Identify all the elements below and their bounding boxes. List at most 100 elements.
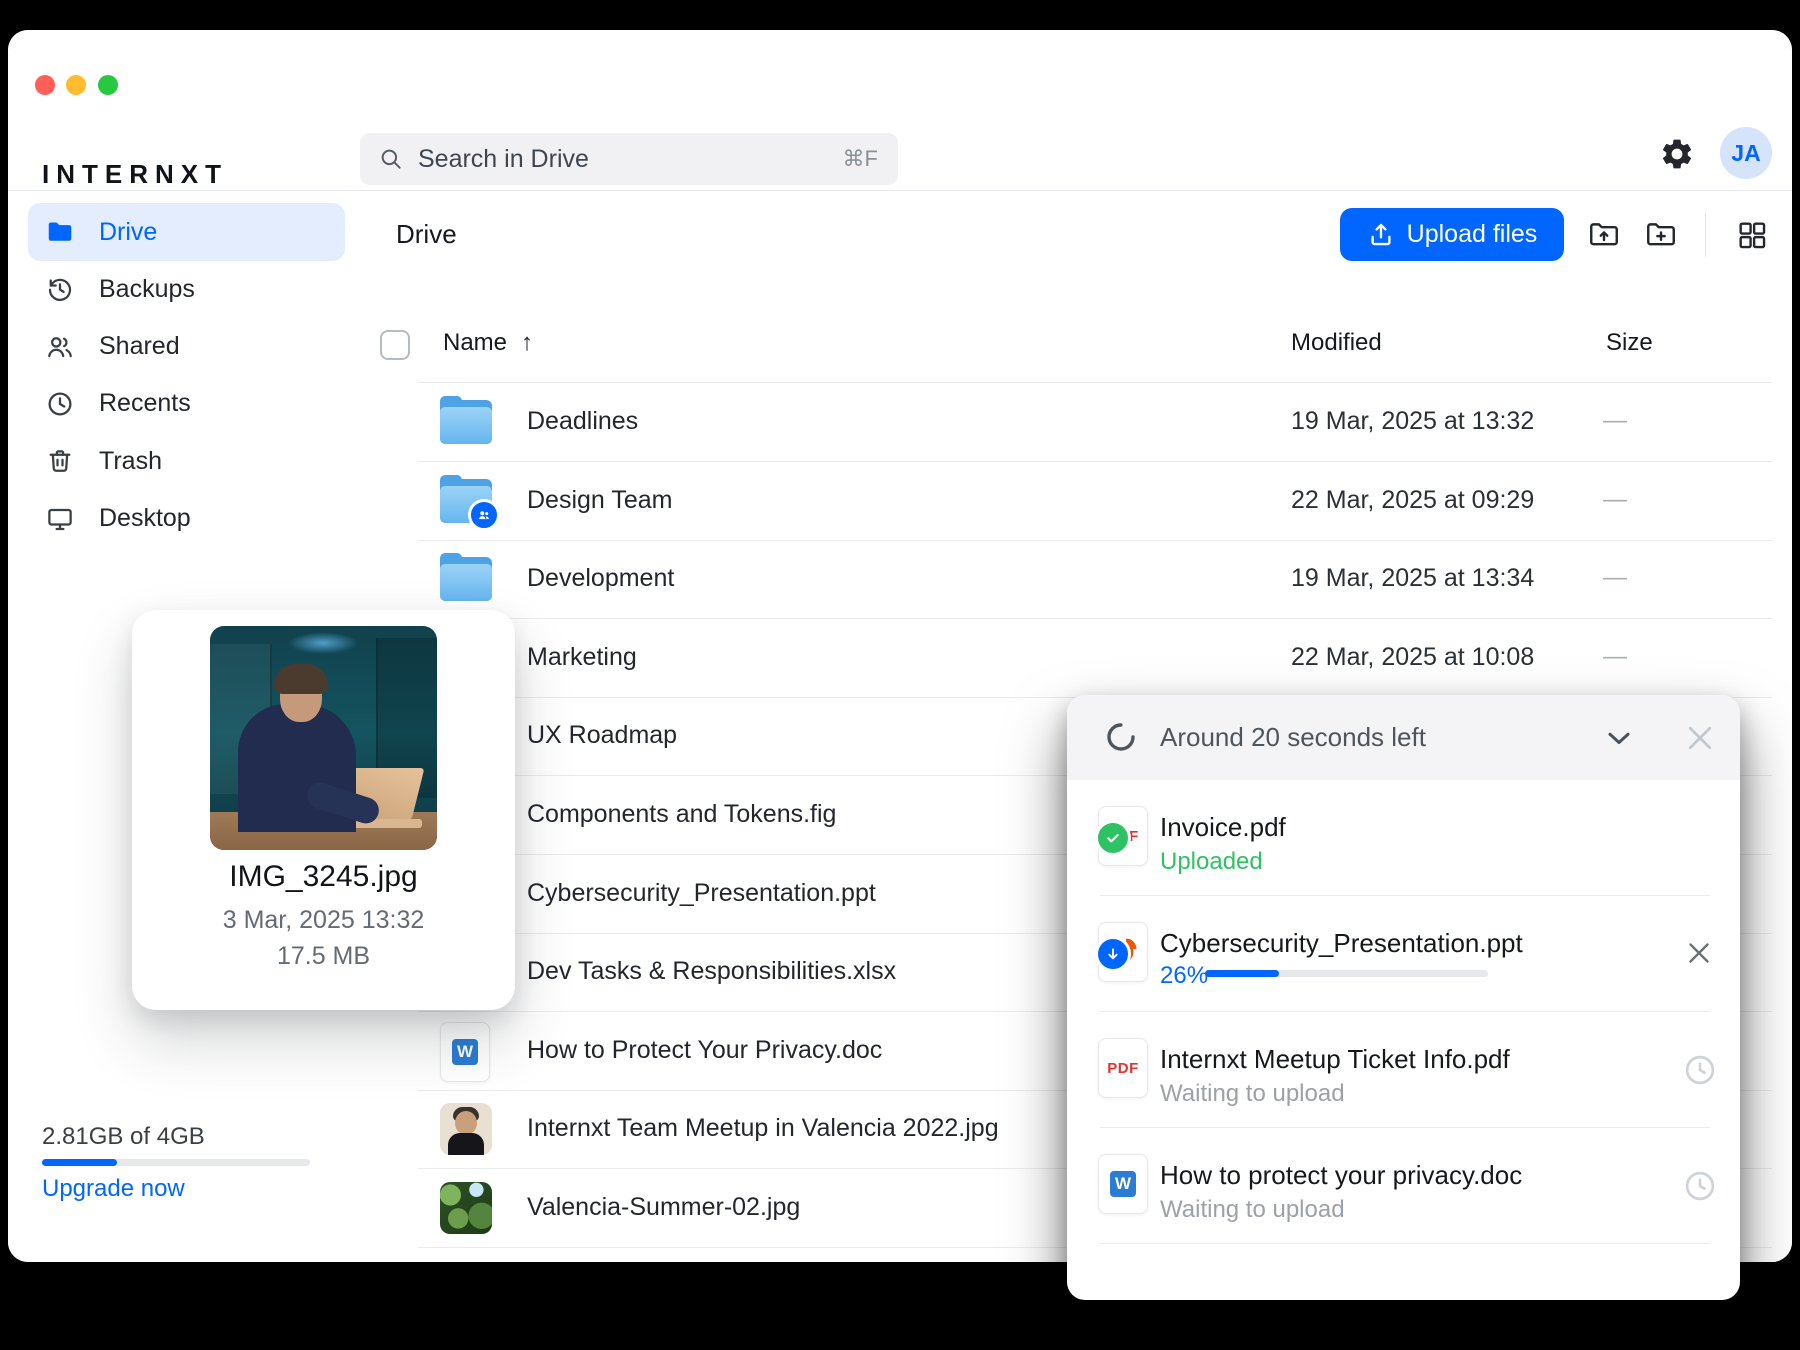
sidebar-item-backups[interactable]: Backups	[28, 260, 345, 318]
preview-filename: IMG_3245.jpg	[229, 860, 418, 893]
row-file-name: Deadlines	[527, 407, 639, 435]
preview-size: 17.5 MB	[276, 942, 371, 970]
table-row[interactable]: Marketing 22 Mar, 2025 at 10:08 —	[418, 619, 1772, 698]
monitor-icon	[45, 504, 75, 534]
storage-progress-fill	[42, 1159, 118, 1166]
image-thumbnail-portrait	[440, 1103, 492, 1156]
avatar[interactable]: JA	[1720, 127, 1772, 179]
upload-panel-header: Around 20 seconds left	[1067, 695, 1740, 780]
sidebar-item-desktop[interactable]: Desktop	[28, 490, 345, 548]
spinner-icon	[1107, 723, 1135, 751]
traffic-light-minimize[interactable]	[66, 75, 86, 95]
row-icon-cell	[440, 1103, 496, 1156]
row-modified-date: 19 Mar, 2025 at 13:34	[1291, 564, 1535, 593]
waiting-clock-icon	[1682, 1052, 1718, 1088]
thumb-body	[448, 1133, 484, 1156]
grid-view-icon	[1735, 218, 1769, 252]
table-row[interactable]: Development 19 Mar, 2025 at 13:34 —	[418, 540, 1772, 620]
traffic-light-close[interactable]	[35, 75, 55, 95]
upload-files-button[interactable]: Upload files	[1340, 208, 1564, 261]
upgrade-link[interactable]: Upgrade now	[42, 1175, 185, 1203]
upload-folder-button[interactable]	[1587, 218, 1621, 252]
sidebar-item-recents[interactable]: Recents	[28, 375, 345, 433]
upload-item-status: Waiting to upload	[1160, 1080, 1345, 1107]
pdf-label: PDF	[1107, 1059, 1139, 1077]
select-all-checkbox[interactable]	[380, 330, 410, 360]
sidebar-item-label: Desktop	[99, 504, 191, 532]
sidebar-item-label: Recents	[99, 389, 191, 418]
column-header-name[interactable]: Name ↑	[443, 329, 533, 357]
folder-icon	[440, 396, 492, 444]
toolbar-divider	[1705, 213, 1706, 257]
top-header: INTERNXT Search in Drive ⌘F JA	[8, 30, 1792, 191]
row-modified-date: 19 Mar, 2025 at 13:32	[1291, 407, 1535, 435]
upload-row-divider	[1100, 1243, 1710, 1244]
row-file-name: Design Team	[527, 485, 673, 514]
doc-file-icon: W	[1098, 1154, 1148, 1214]
trash-icon	[45, 446, 75, 476]
table-row[interactable]: Deadlines 19 Mar, 2025 at 13:32 —	[418, 383, 1772, 462]
preview-image	[210, 626, 437, 850]
sidebar-item-drive[interactable]: Drive	[28, 203, 345, 261]
close-panel-button[interactable]	[1682, 720, 1718, 756]
upload-item-row: W How to protect your privacy.doc Waiting …	[1067, 1128, 1740, 1244]
upload-item-name: Internxt Meetup Ticket Info.pdf	[1160, 1044, 1510, 1074]
shared-folder-badge	[468, 498, 500, 531]
folder-icon	[440, 553, 492, 602]
row-size: —	[1603, 485, 1627, 513]
upload-item-status: Uploaded	[1160, 848, 1263, 875]
storage-usage-label: 2.81GB of 4GB	[42, 1123, 205, 1150]
row-size: —	[1603, 564, 1627, 592]
row-modified-date: 22 Mar, 2025 at 09:29	[1291, 485, 1535, 514]
clock-icon	[45, 389, 75, 419]
search-shortcut: ⌘F	[842, 146, 878, 171]
row-file-name: Development	[527, 564, 675, 593]
row-file-name: Cybersecurity_Presentation.ppt	[527, 878, 876, 907]
row-file-name: Dev Tasks & Responsibilities.xlsx	[527, 957, 897, 986]
row-file-name: Internxt Team Meetup in Valencia 2022.jp…	[527, 1114, 999, 1143]
upload-folder-icon	[1587, 218, 1621, 252]
arrow-down-circle-icon	[1095, 936, 1131, 972]
grid-view-button[interactable]	[1735, 218, 1769, 252]
upload-time-remaining: Around 20 seconds left	[1160, 722, 1426, 752]
upload-item-status: Waiting to upload	[1160, 1196, 1345, 1223]
row-file-name: Components and Tokens.fig	[527, 800, 837, 828]
preview-date: 3 Mar, 2025 13:32	[222, 906, 425, 934]
cancel-upload-button[interactable]	[1682, 936, 1718, 972]
people-icon	[45, 332, 75, 362]
sidebar-item-trash[interactable]: Trash	[28, 432, 345, 490]
upload-item-row: Cybersecurity_Presentation.ppt 26%	[1067, 896, 1740, 1012]
close-icon	[1689, 943, 1709, 963]
page-title: Drive	[396, 219, 457, 249]
upload-progressbar	[1205, 970, 1488, 977]
upload-item-percent: 26%	[1160, 962, 1209, 989]
close-icon	[1682, 720, 1718, 756]
column-header-size[interactable]: Size	[1606, 329, 1653, 357]
column-header-modified[interactable]: Modified	[1291, 329, 1382, 357]
waiting-clock-icon	[1682, 1168, 1718, 1204]
search-placeholder: Search in Drive	[418, 144, 589, 173]
folder-icon	[45, 217, 75, 247]
row-icon-cell	[440, 396, 496, 448]
sort-ascending-icon: ↑	[521, 329, 534, 356]
row-size: —	[1603, 407, 1627, 434]
row-file-name: How to Protect Your Privacy.doc	[527, 1035, 883, 1064]
image-thumbnail-foliage	[440, 1182, 492, 1234]
row-modified-date: 22 Mar, 2025 at 10:08	[1291, 642, 1535, 671]
pdf-file-icon: PDF	[1098, 1038, 1148, 1098]
settings-button[interactable]	[1659, 136, 1695, 172]
sidebar-item-label: Shared	[99, 332, 180, 361]
sidebar-item-shared[interactable]: Shared	[28, 318, 345, 376]
word-file-icon: W	[440, 1021, 490, 1082]
upload-item-name: Cybersecurity_Presentation.ppt	[1160, 928, 1523, 958]
chevron-down-icon	[1601, 720, 1637, 756]
search-input[interactable]: Search in Drive ⌘F	[360, 133, 898, 185]
table-row[interactable]: Design Team 22 Mar, 2025 at 09:29 —	[418, 462, 1772, 541]
upload-icon	[1371, 223, 1391, 245]
thumb-head	[455, 1111, 477, 1136]
upload-progress-fill	[1205, 970, 1279, 977]
traffic-light-zoom[interactable]	[98, 75, 118, 95]
new-folder-button[interactable]	[1644, 218, 1678, 252]
upload-files-label: Upload files	[1406, 220, 1538, 248]
minimize-panel-button[interactable]	[1601, 720, 1637, 756]
